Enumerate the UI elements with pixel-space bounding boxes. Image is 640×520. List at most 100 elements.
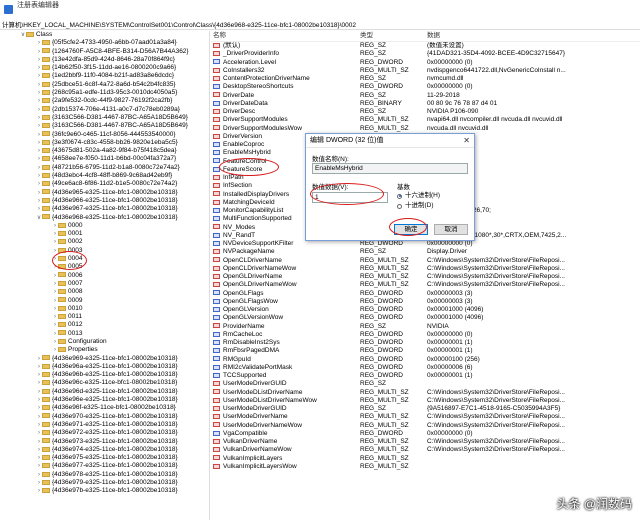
dec-option[interactable]: 十进制(D) xyxy=(397,201,467,211)
address-path[interactable]: 计算机\HKEY_LOCAL_MACHINE\SYSTEM\ControlSet… xyxy=(2,19,356,29)
column-type-header[interactable]: 类型 xyxy=(360,31,427,41)
tree-item[interactable]: › {4d36e97b-e325-11ce-bfc1-08002be10318} xyxy=(0,487,209,495)
tree-item[interactable]: › {4d36e970-e325-11ce-bfc1-08002be10318} xyxy=(0,413,209,421)
tree-item[interactable]: › {4d36e96f-e325-11ce-bfc1-08002be10318} xyxy=(0,404,209,412)
value-row[interactable]: OpenCLDriverName REG_MULTI_SZ C:\Windows\S… xyxy=(211,257,640,265)
value-row[interactable]: RMGpuId REG_DWORD 0x00000100 (256) xyxy=(211,356,640,364)
hex-radio[interactable] xyxy=(397,193,402,199)
tree-item[interactable]: › {4d36e96a-e325-11ce-bfc1-08002be10318} xyxy=(0,363,209,371)
value-row[interactable]: _DriverProviderInfo REG_SZ {41DAD321-35D4-… xyxy=(211,50,640,58)
tree-item[interactable]: › {268c95a1-edfe-11d3-95c3-0010dc4050a5} xyxy=(0,89,209,97)
value-row[interactable]: UserModeDriverGUID REG_SZ {9A516897-E7C1-4… xyxy=(211,405,640,413)
tree-item[interactable]: › 0004 xyxy=(0,255,209,263)
value-row[interactable]: RmDisableInst2Sys REG_DWORD 0x00000001 (1) xyxy=(211,339,640,347)
value-data-input[interactable]: 1 xyxy=(312,192,388,203)
value-row[interactable]: UserModeDriverNameWow REG_MULTI_SZ C:\Wind… xyxy=(211,422,640,430)
value-row[interactable]: DriverSupportModulesWow REG_MULTI_SZ nvcud… xyxy=(211,125,640,133)
value-row[interactable]: UserModeDriverGUID REG_SZ xyxy=(211,380,640,388)
address-bar[interactable]: 计算机\HKEY_LOCAL_MACHINE\SYSTEM\ControlSet… xyxy=(0,18,640,30)
tree-item[interactable]: › {4d36e966-e325-11ce-bfc1-08002be10318} xyxy=(0,197,209,205)
value-row[interactable]: UserModeDListDriverName REG_MULTI_SZ C:\Wi… xyxy=(211,389,640,397)
tree-item[interactable]: › {4d36e975-e325-11ce-bfc1-08002be10318} xyxy=(0,454,209,462)
value-row[interactable]: ProviderName REG_SZ NVIDIA xyxy=(211,323,640,331)
tree-item[interactable]: › {4d36e972-e325-11ce-bfc1-08002be10318} xyxy=(0,429,209,437)
tree-item[interactable]: ∨ Class xyxy=(0,31,209,39)
tree-item[interactable]: › Properties xyxy=(0,346,209,354)
tree-item[interactable]: › {4d36e977-e325-11ce-bfc1-08002be10318} xyxy=(0,462,209,470)
value-row[interactable]: OpenGLVersion REG_DWORD 0x00001000 (4096) xyxy=(211,306,640,314)
value-row[interactable]: VulkanDriverName REG_MULTI_SZ C:\Windows\S… xyxy=(211,438,640,446)
tree-item[interactable]: › 0013 xyxy=(0,330,209,338)
tree-item[interactable]: › {4d36e974-e325-11ce-bfc1-08002be10318} xyxy=(0,446,209,454)
value-row[interactable]: VulkanImplicitLayers REG_MULTI_SZ xyxy=(211,455,640,463)
value-row[interactable]: CoInstallers32 REG_MULTI_SZ nvdispgenco644… xyxy=(211,67,640,75)
tree-item[interactable]: › 0008 xyxy=(0,288,209,296)
value-row[interactable]: VulkanDriverNameWow REG_MULTI_SZ C:\Window… xyxy=(211,446,640,454)
tree-item[interactable]: › {4658ee7e-f050-11d1-b6bd-00c04fa372a7} xyxy=(0,155,209,163)
value-row[interactable]: (默认) REG_SZ (数值未设置) xyxy=(211,42,640,50)
value-row[interactable]: VgaCompatible REG_DWORD 0x00000000 (0) xyxy=(211,430,640,438)
tree-item[interactable]: › {25dbce51-6c8f-4a72-8a6d-b54c2b4fc835} xyxy=(0,81,209,89)
value-row[interactable]: OpenGLDriverNameWow REG_MULTI_SZ C:\Window… xyxy=(211,281,640,289)
tree-item[interactable]: › {4d36e978-e325-11ce-bfc1-08002be10318} xyxy=(0,471,209,479)
tree-item[interactable]: › {36fc9e60-c465-11cf-8056-444553540000} xyxy=(0,131,209,139)
tree-item[interactable]: › {2db15374-706e-4131-a0c7-d7c78eb0289a} xyxy=(0,106,209,114)
tree-item[interactable]: › {43675d81-502a-4a82-9f84-b75f418c5dea} xyxy=(0,147,209,155)
tree-item[interactable]: › {48721b56-6795-11d2-b1a8-0080c72e74a2} xyxy=(0,164,209,172)
tree-item[interactable]: › 0011 xyxy=(0,313,209,321)
tree-item[interactable]: › {05f5cfe2-4733-4950-a6bb-07aad01a3a84} xyxy=(0,39,209,47)
tree-item[interactable]: › 0012 xyxy=(0,321,209,329)
tree-item[interactable]: › {13e42dfa-85d9-424d-8646-28a70f864f9c} xyxy=(0,56,209,64)
value-row[interactable]: OpenGLFlags REG_DWORD 0x00000003 (3) xyxy=(211,290,640,298)
value-row[interactable]: UserModeDriverName REG_MULTI_SZ C:\Windows… xyxy=(211,413,640,421)
value-row[interactable]: OpenCLDriverNameWow REG_MULTI_SZ C:\Window… xyxy=(211,265,640,273)
tree-item[interactable]: › 0000 xyxy=(0,222,209,230)
tree-item[interactable]: › 0007 xyxy=(0,280,209,288)
tree-item[interactable]: › {3163C566-D381-4467-87BC-A65A18D5B649} xyxy=(0,114,209,122)
tree-item[interactable]: › 0002 xyxy=(0,238,209,246)
tree-item[interactable]: › {4d36e973-e325-11ce-bfc1-08002be10318} xyxy=(0,438,209,446)
tree-item[interactable]: › {4d36e969-e325-11ce-bfc1-08002be10318} xyxy=(0,355,209,363)
column-name-header[interactable]: 名称 xyxy=(211,31,360,41)
tree-item[interactable]: › {4d36e96d-e325-11ce-bfc1-08002be10318} xyxy=(0,388,209,396)
tree-item[interactable]: › {4d36e979-e325-11ce-bfc1-08002be10318} xyxy=(0,479,209,487)
value-row[interactable]: RmFbsrPagedDMA REG_DWORD 0x00000001 (1) xyxy=(211,347,640,355)
tree-item[interactable]: › {49ce6ac8-6f86-11d2-b1e5-0080c72e74a2} xyxy=(0,180,209,188)
tree-item[interactable]: › 0010 xyxy=(0,305,209,313)
tree-item[interactable]: › {3e3f0674-c83c-4558-bb26-9820e1eba5c5} xyxy=(0,139,209,147)
registry-value-list[interactable]: 名称 类型 数据 (默认) REG_SZ (数值未设置) _DriverProvide… xyxy=(211,31,640,520)
tree-item[interactable]: › {3163C566-D381-4467-87BC-A65A18D5B649} xyxy=(0,122,209,130)
tree-item[interactable]: › {4d36e965-e325-11ce-bfc1-08002be10318} xyxy=(0,189,209,197)
registry-key-tree[interactable]: ∨ Class › {05f5cfe2-4733-4950-a6bb-07aad01a… xyxy=(0,31,210,520)
tree-item[interactable]: › {4d36e96c-e325-11ce-bfc1-08002be10318} xyxy=(0,379,209,387)
value-row[interactable]: NVDeviceSupportKFilter REG_DWORD 0x0000000… xyxy=(211,240,640,248)
tree-item[interactable]: › {4d36e96e-e325-11ce-bfc1-08002be10318} xyxy=(0,396,209,404)
tree-item[interactable]: › {48d3ebc4-4cf8-48ff-b869-9c68ad42eb9f} xyxy=(0,172,209,180)
value-row[interactable]: Acceleration.Level REG_DWORD 0x00000000 (0… xyxy=(211,59,640,67)
value-row[interactable]: DriverDate REG_SZ 11-29-2018 xyxy=(211,92,640,100)
close-icon[interactable]: ✕ xyxy=(463,134,470,147)
tree-item[interactable]: › {1264760F-A5C8-4BFE-B314-D56A7B44A362} xyxy=(0,48,209,56)
value-row[interactable]: TCCSupported REG_DWORD 0x00000001 (1) xyxy=(211,372,640,380)
value-row[interactable]: UserModeDListDriverNameWow REG_MULTI_SZ C:… xyxy=(211,397,640,405)
tree-item[interactable]: › {4d36e96b-e325-11ce-bfc1-08002be10318} xyxy=(0,371,209,379)
tree-item[interactable]: › {4d36e971-e325-11ce-bfc1-08002be10318} xyxy=(0,421,209,429)
value-row[interactable]: RMI2cValidatePortMask REG_DWORD 0x00000006… xyxy=(211,364,640,372)
tree-item[interactable]: › 0003 xyxy=(0,247,209,255)
value-row[interactable]: VulkanImplicitLayersWow REG_MULTI_SZ xyxy=(211,463,640,471)
tree-item[interactable]: › {14b62f50-3f15-11dd-ae16-0800200c9a66} xyxy=(0,64,209,72)
tree-item[interactable]: › Configuration xyxy=(0,338,209,346)
value-row[interactable]: OpenGLFlagsWow REG_DWORD 0x00000003 (3) xyxy=(211,298,640,306)
tree-item[interactable]: › 0009 xyxy=(0,297,209,305)
value-row[interactable]: ContentProtectionDriverName REG_SZ nvmcumd… xyxy=(211,75,640,83)
tree-item[interactable]: ∨ {4d36e968-e325-11ce-bfc1-08002be10318} xyxy=(0,214,209,222)
tree-item[interactable]: › {2a9fe532-0cdc-44f9-9827-76192f2ca2fb} xyxy=(0,97,209,105)
tree-item[interactable]: › 0005 xyxy=(0,263,209,271)
ok-button[interactable]: 确定 xyxy=(394,224,428,235)
hex-option[interactable]: 十六进制(H) xyxy=(397,191,467,201)
value-row[interactable]: DriverSupportModules REG_MULTI_SZ nvapi64.… xyxy=(211,116,640,124)
tree-item[interactable]: › 0006 xyxy=(0,272,209,280)
value-row[interactable]: NVPackageName REG_SZ Display.Driver xyxy=(211,248,640,256)
column-data-header[interactable]: 数据 xyxy=(427,31,627,41)
tree-item[interactable]: › {4d36e967-e325-11ce-bfc1-08002be10318} xyxy=(0,205,209,213)
